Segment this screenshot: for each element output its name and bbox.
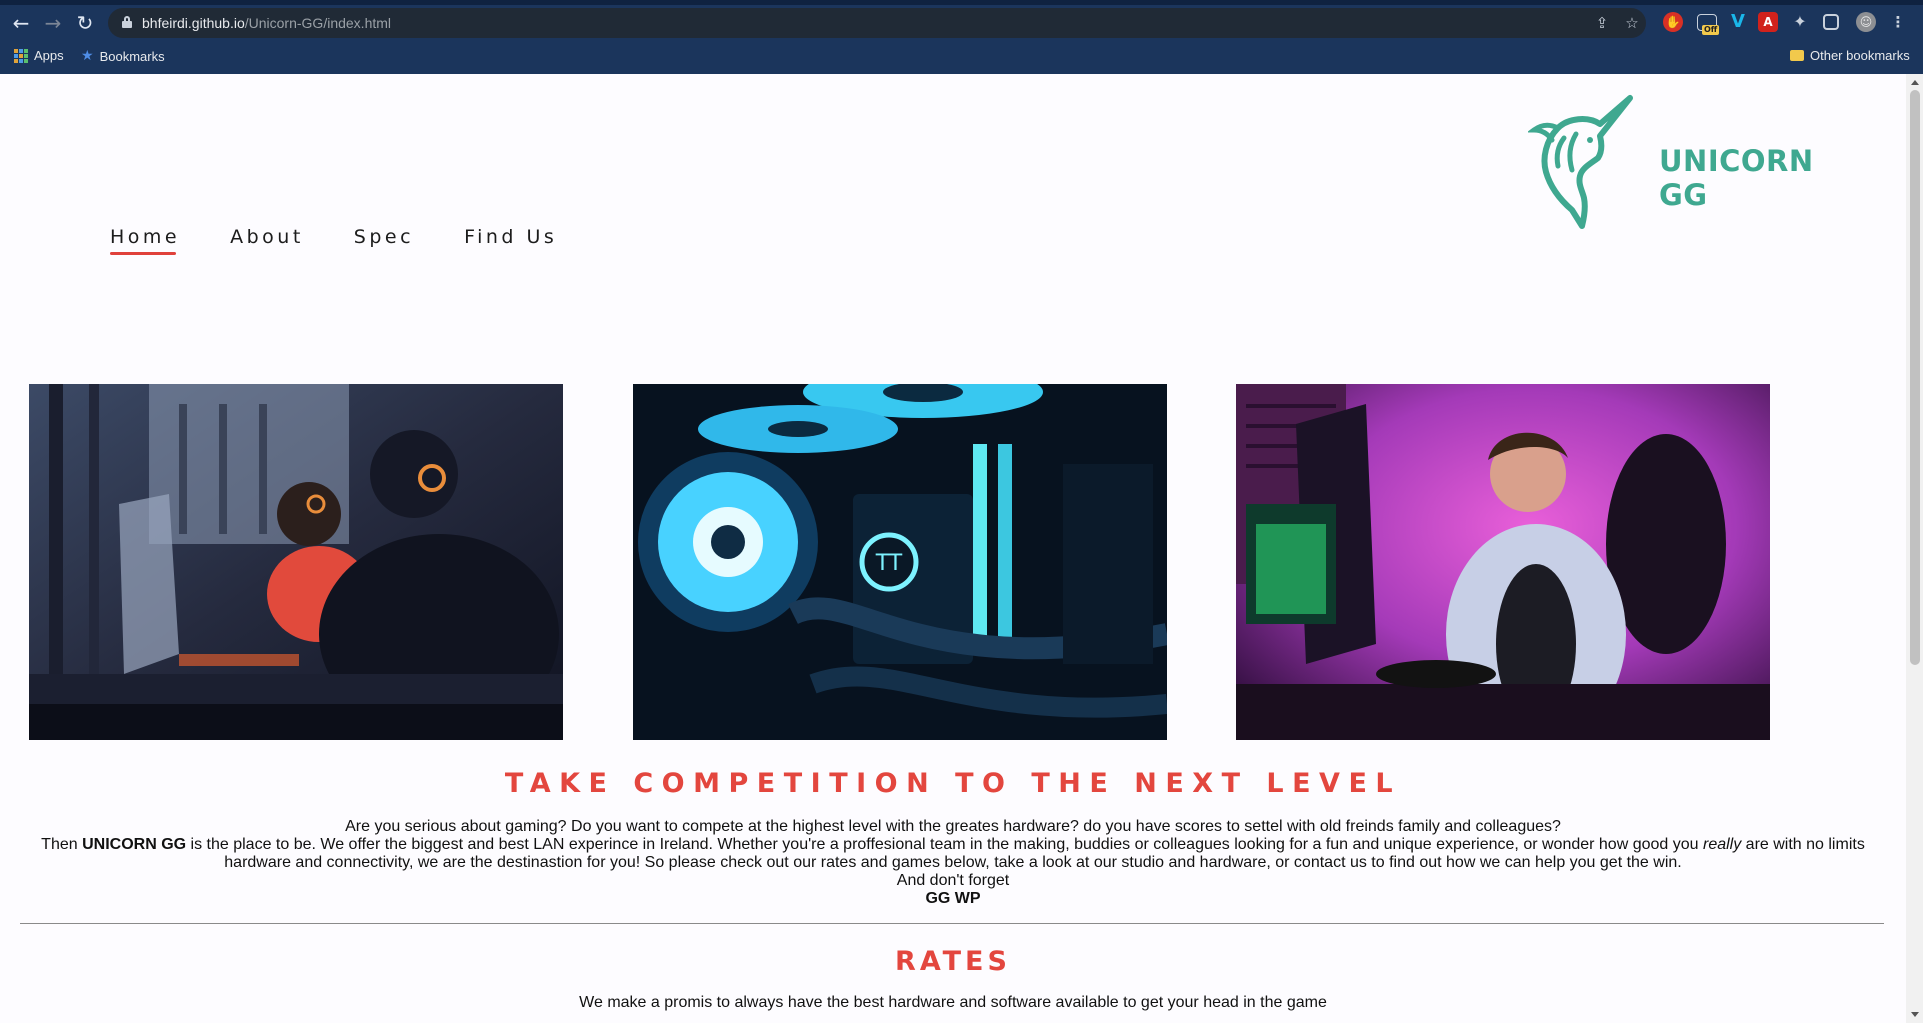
other-bookmarks[interactable]: Other bookmarks <box>1790 48 1910 63</box>
address-bar[interactable]: bhfeirdi.github.io/Unicorn-GG/index.html… <box>108 8 1646 38</box>
forward-icon[interactable]: → <box>41 11 65 35</box>
intro-line-3: And don't forget <box>896 872 1010 889</box>
vimeo-extension-icon[interactable]: V <box>1728 12 1748 32</box>
intro-emphasis: really <box>1702 836 1742 853</box>
intro-line-2-start: Then <box>41 836 83 853</box>
bookmark-star-icon[interactable]: ☆ <box>1622 13 1642 33</box>
scroll-thumb[interactable] <box>1910 90 1920 665</box>
url-path: /Unicorn-GG/index.html <box>244 15 392 31</box>
bookmarks-bar: Apps ★ Bookmarks Other bookmarks <box>0 44 1923 70</box>
extension-badge: Off <box>1702 25 1720 35</box>
intro-brand: UNICORN GG <box>82 836 187 853</box>
page-content: UNICORN GG Home About Spec Find Us TT TA… <box>0 74 1906 1023</box>
folder-icon <box>1790 50 1804 61</box>
puzzle-icon[interactable]: ✦ <box>1790 12 1810 32</box>
side-panel-icon[interactable] <box>1823 14 1839 30</box>
other-bookmarks-label: Other bookmarks <box>1810 48 1910 63</box>
scrollbar[interactable] <box>1906 74 1923 1023</box>
tab-strip <box>0 0 1923 5</box>
intro-line-2-mid: is the place to be. We offer the biggest… <box>186 836 1703 853</box>
intro-line-2: Then UNICORN GG is the place to be. We o… <box>20 836 1886 872</box>
rates-heading: RATES <box>895 946 1011 977</box>
nav-about[interactable]: About <box>230 226 304 252</box>
star-icon: ★ <box>81 48 94 64</box>
lan-gamers-photo <box>29 384 563 740</box>
pdf-extension-icon[interactable]: A <box>1758 12 1778 32</box>
svg-text:TT: TT <box>875 551 903 576</box>
logo-text: UNICORN GG <box>1659 144 1814 212</box>
profile-avatar[interactable]: ☺ <box>1856 12 1876 32</box>
url-host: bhfeirdi.github.io <box>142 15 245 31</box>
main-headline: TAKE COMPETITION TO THE NEXT LEVEL <box>504 768 1402 799</box>
adblock-extension-icon[interactable]: ✋ <box>1663 12 1683 32</box>
reload-icon[interactable]: ↻ <box>73 11 97 35</box>
gg-wp-text: GG WP <box>925 890 981 907</box>
share-icon[interactable]: ⇪ <box>1592 13 1612 33</box>
toggle-extension-icon[interactable]: Off <box>1697 14 1720 35</box>
back-icon[interactable]: ← <box>9 11 33 35</box>
lock-icon <box>122 16 132 28</box>
scroll-up-arrow-icon[interactable] <box>1911 80 1919 85</box>
section-divider <box>20 923 1884 924</box>
bookmarks-folder[interactable]: ★ Bookmarks <box>81 48 165 64</box>
menu-kebab-icon[interactable]: ⋮ <box>1888 12 1908 32</box>
intro-paragraph: Are you serious about gaming? Do you wan… <box>20 818 1886 908</box>
nav-find-us[interactable]: Find Us <box>464 226 557 252</box>
browser-chrome: ← → ↻ bhfeirdi.github.io/Unicorn-GG/inde… <box>0 0 1923 74</box>
intro-line-1: Are you serious about gaming? Do you wan… <box>345 818 1561 835</box>
rates-text: We make a promis to always have the best… <box>579 994 1327 1011</box>
bookmarks-label: Bookmarks <box>99 48 165 64</box>
nav-home[interactable]: Home <box>110 226 180 255</box>
apps-label: Apps <box>34 48 64 63</box>
url-text: bhfeirdi.github.io/Unicorn-GG/index.html <box>142 15 391 31</box>
apps-grid-icon <box>14 48 28 63</box>
nav-spec[interactable]: Spec <box>354 226 414 252</box>
main-nav: Home About Spec Find Us <box>110 226 557 255</box>
unicorn-logo-icon <box>1526 95 1633 229</box>
neon-gamer-photo <box>1236 384 1770 740</box>
scroll-down-arrow-icon[interactable] <box>1911 1012 1919 1017</box>
apps-bookmark[interactable]: Apps <box>14 48 64 63</box>
pc-build-photo: TT <box>633 384 1167 740</box>
intro-line-4: GG WP <box>20 890 1886 908</box>
site-logo[interactable]: UNICORN GG <box>1526 94 1848 234</box>
